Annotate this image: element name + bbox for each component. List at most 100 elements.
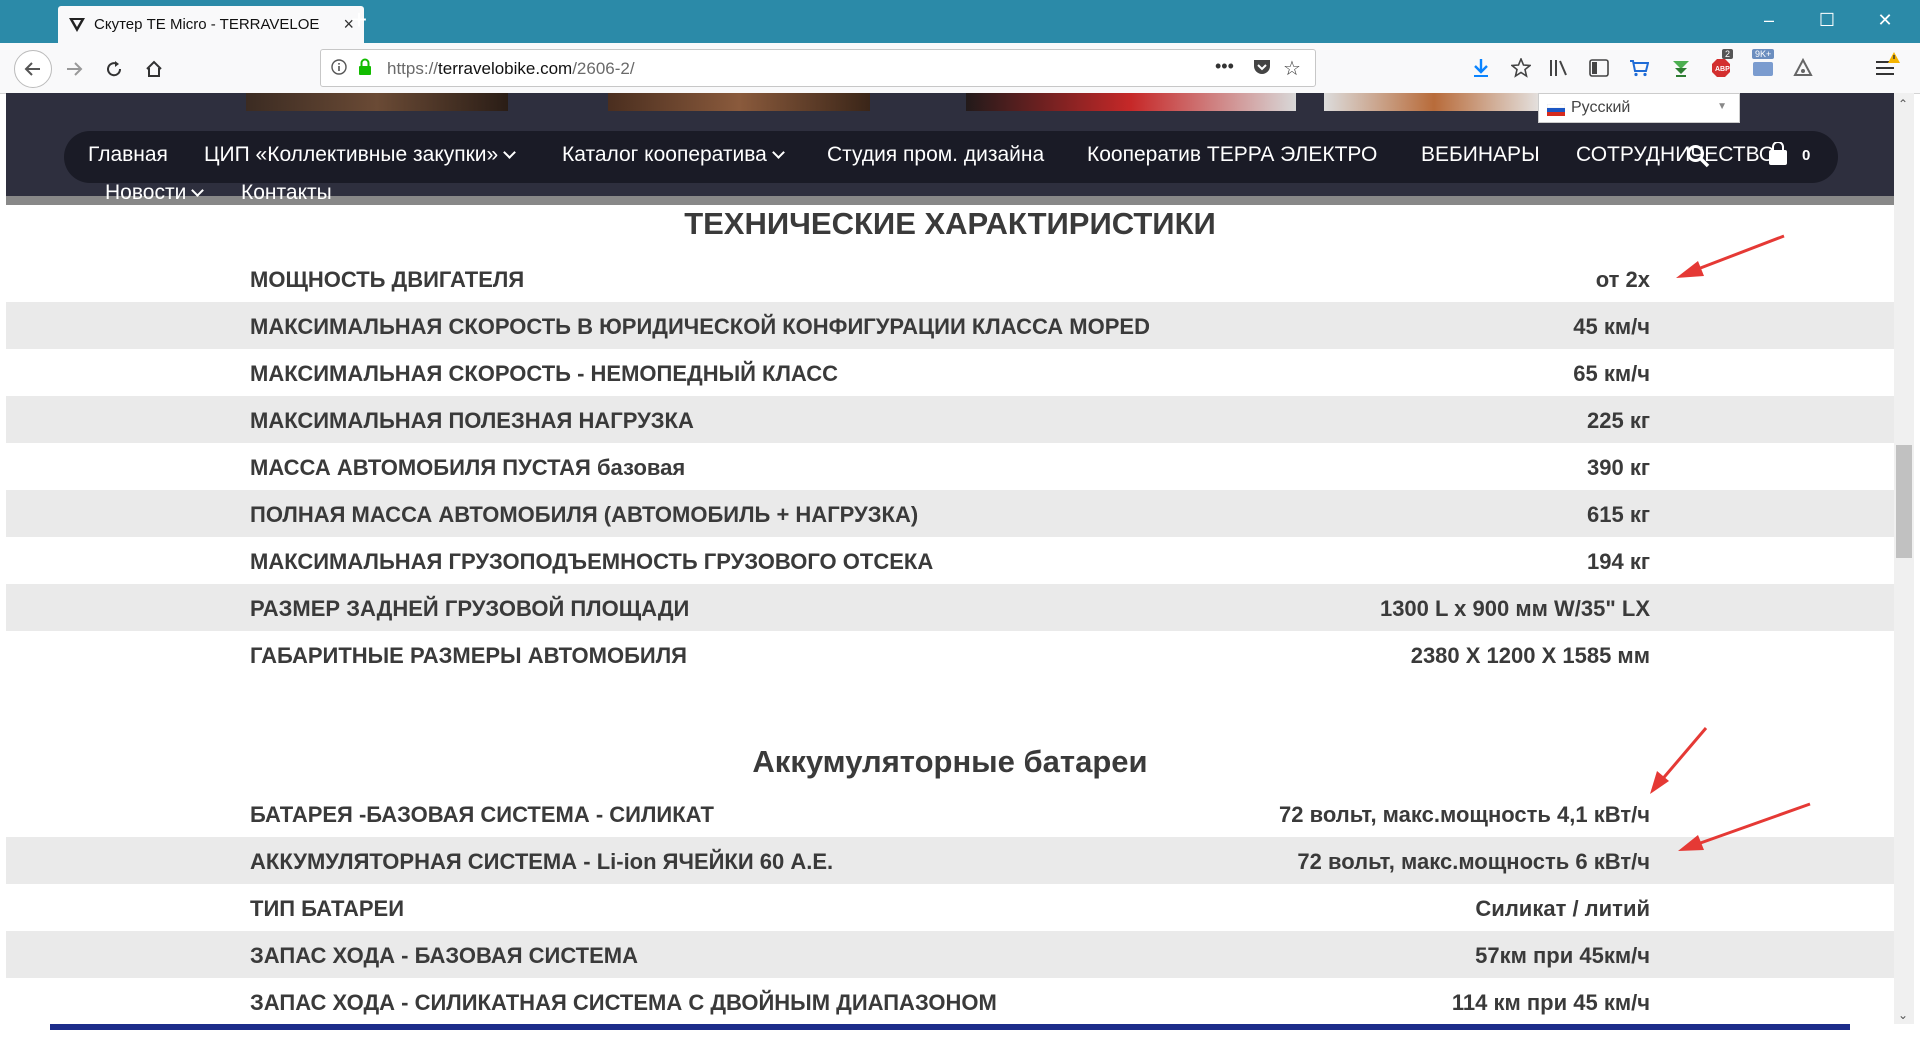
bookmark-star-icon[interactable]: ☆ (1283, 56, 1301, 81)
update-warning-icon (1888, 47, 1900, 68)
browser-toolbar: https://terravelobike.com/2606-2/ ••• ☆ … (0, 43, 1920, 94)
browser-tab[interactable]: Скутер TE Micro - TERRAVELOE × (58, 6, 364, 43)
sidebar-icon[interactable] (1586, 55, 1612, 81)
spec-value: 390 кг (1587, 455, 1650, 480)
spec-row: МАССА АВТОМОБИЛЯ ПУСТАЯ базовая 390 кг (6, 443, 1894, 490)
scrollbar-thumb[interactable] (1896, 445, 1912, 558)
spec-label: МОЩНОСТЬ ДВИГАТЕЛЯ (250, 267, 525, 292)
site-favicon-icon (68, 16, 86, 34)
hamburger-menu-icon[interactable] (1872, 52, 1900, 81)
battery-row: АККУМУЛЯТОРНАЯ СИСТЕМА - Li-ion ЯЧЕЙКИ 6… (6, 837, 1894, 884)
scroll-up-icon[interactable]: ⌃ (1898, 97, 1908, 111)
extension-badge: 9K+ (1752, 49, 1775, 59)
spec-label: МАКСИМАЛЬНАЯ ГРУЗОПОДЪЕМНОСТЬ ГРУЗОВОГО … (250, 549, 934, 574)
spec-value: от 2х (1595, 267, 1650, 292)
spec-row: МАКСИМАЛЬНАЯ СКОРОСТЬ В ЮРИДИЧЕСКОЙ КОНФ… (6, 302, 1894, 349)
language-label: Русский (1571, 99, 1631, 116)
cart-count: 0 (1802, 147, 1811, 164)
russia-flag-icon (1546, 103, 1566, 116)
dropdown-arrow-icon: ▼ (1717, 101, 1727, 112)
header-photo (966, 93, 1296, 111)
spec-label: МАКСИМАЛЬНАЯ СКОРОСТЬ В ЮРИДИЧЕСКОЙ КОНФ… (250, 314, 1150, 339)
url-text: https://terravelobike.com/2606-2/ (387, 59, 635, 78)
info-icon[interactable] (331, 59, 347, 80)
menu-item-contacts[interactable]: Контакты (241, 181, 332, 205)
url-bar[interactable]: https://terravelobike.com/2606-2/ ••• ☆ (320, 49, 1316, 87)
minimize-icon[interactable]: – (1754, 10, 1784, 30)
menu-item-home[interactable]: Главная (88, 143, 168, 167)
spec-row: МАКСИМАЛЬНАЯ ПОЛЕЗНАЯ НАГРУЗКА 225 кг (6, 396, 1894, 443)
specs-title: ТЕХНИЧЕСКИЕ ХАРАКТИРИСТИКИ (684, 206, 1216, 241)
window-bottom (0, 1030, 1920, 1046)
battery-label: ЗАПАС ХОДА - СИЛИКАТНАЯ СИСТЕМА С ДВОЙНЫ… (250, 990, 997, 1015)
battery-title: Аккумуляторные батареи (752, 744, 1148, 779)
svg-text:ABP: ABP (1715, 66, 1730, 73)
spec-row: ГАБАРИТНЫЕ РАЗМЕРЫ АВТОМОБИЛЯ 2380 X 1200… (6, 631, 1894, 678)
spec-value: 65 км/ч (1573, 361, 1650, 386)
battery-row: ЗАПАС ХОДА - БАЗОВАЯ СИСТЕМА 57км при 45к… (6, 931, 1894, 978)
cart-extension-icon[interactable] (1626, 55, 1652, 81)
spec-value: 194 кг (1587, 549, 1650, 574)
lock-icon[interactable] (357, 58, 373, 81)
battery-row: ЗАПАС ХОДА - СИЛИКАТНАЯ СИСТЕМА С ДВОЙНЫ… (6, 978, 1894, 1024)
battery-row: ТИП БАТАРЕИ Силикат / литий (6, 884, 1894, 931)
battery-value: 72 вольт, макс.мощность 6 кВт/ч (1297, 849, 1650, 874)
menu-item-webinars[interactable]: ВЕБИНАРЫ (1421, 143, 1540, 167)
spec-value: 1300 L x 900 мм W/35" LX (1379, 596, 1650, 621)
battery-label: АККУМУЛЯТОРНАЯ СИСТЕМА - Li-ion ЯЧЕЙКИ 6… (250, 849, 834, 874)
spec-label: МАКСИМАЛЬНАЯ СКОРОСТЬ - НЕМОПЕДНЫЙ КЛАСС (250, 361, 839, 386)
main-menu: Главная ЦИП «Коллективные закупки» Катал… (64, 131, 1838, 204)
menu-item-cip[interactable]: ЦИП «Коллективные закупки» (204, 143, 517, 167)
battery-label: ЗАПАС ХОДА - БАЗОВАЯ СИСТЕМА (250, 943, 639, 968)
page-actions-icon[interactable]: ••• (1215, 56, 1234, 77)
spec-label: МАССА АВТОМОБИЛЯ ПУСТАЯ базовая (250, 455, 686, 480)
download-icon[interactable] (1468, 55, 1494, 81)
menu-item-studio[interactable]: Студия пром. дизайна (827, 143, 1044, 167)
spec-label: РАЗМЕР ЗАДНЕЙ ГРУЗОВОЙ ПЛОЩАДИ (250, 596, 690, 621)
battery-row: БАТАРЕЯ -БАЗОВАЯ СИСТЕМА - СИЛИКАТ 72 вол… (6, 790, 1894, 837)
browser-titlebar: Скутер TE Micro - TERRAVELOE × + – ☐ ✕ (0, 0, 1920, 43)
cart-icon[interactable] (1768, 141, 1788, 171)
bookmark-manage-icon[interactable] (1508, 55, 1534, 81)
spec-label: МАКСИМАЛЬНАЯ ПОЛЕЗНАЯ НАГРУЗКА (250, 408, 694, 433)
battery-label: ТИП БАТАРЕИ (250, 896, 405, 921)
maximize-icon[interactable]: ☐ (1812, 10, 1842, 30)
home-button[interactable] (140, 55, 168, 83)
menu-item-news[interactable]: Новости (105, 181, 205, 205)
language-select[interactable]: Русский ▼ (1538, 93, 1740, 123)
battery-value: 72 вольт, макс.мощность 4,1 кВт/ч (1279, 802, 1650, 827)
battery-value: Силикат / литий (1475, 896, 1650, 921)
adblock-icon[interactable]: ABP 2 (1708, 49, 1734, 81)
new-tab-button[interactable]: + (344, 6, 374, 36)
search-icon[interactable] (1686, 144, 1710, 173)
scroll-down-icon[interactable]: ⌄ (1898, 1008, 1908, 1022)
menu-item-cooperation[interactable]: СОТРУДНИЧЕСТВО (1576, 143, 1775, 167)
vertical-scrollbar[interactable]: ⌃ ⌄ (1894, 93, 1914, 1024)
library-icon[interactable] (1546, 55, 1572, 81)
header-photo (246, 93, 508, 111)
spec-label: ПОЛНАЯ МАССА АВТОМОБИЛЯ (АВТОМОБИЛЬ + НА… (250, 502, 919, 527)
spec-row: МАКСИМАЛЬНАЯ ГРУЗОПОДЪЕМНОСТЬ ГРУЗОВОГО … (6, 537, 1894, 584)
spec-row: МОЩНОСТЬ ДВИГАТЕЛЯ от 2х (6, 255, 1894, 302)
reload-button[interactable] (100, 55, 128, 83)
spec-value: 45 км/ч (1573, 314, 1650, 339)
back-button[interactable] (14, 50, 52, 88)
chevron-down-icon (771, 146, 785, 159)
close-window-icon[interactable]: ✕ (1870, 10, 1900, 30)
page-content: ТЕХНИЧЕСКИЕ ХАРАКТИРИСТИКИ МОЩНОСТЬ ДВИГ… (6, 205, 1894, 1024)
menu-item-coop[interactable]: Кооператив ТЕРРА ЭЛЕКТРО (1087, 143, 1377, 167)
battery-label: БАТАРЕЯ -БАЗОВАЯ СИСТЕМА - СИЛИКАТ (250, 802, 714, 827)
forward-button[interactable] (60, 55, 88, 83)
pocket-icon[interactable] (1253, 59, 1271, 81)
menu-item-catalog[interactable]: Каталог кооператива (562, 143, 785, 167)
spec-value: 225 кг (1587, 408, 1650, 433)
chevron-down-icon (503, 146, 517, 159)
warning-extension-icon[interactable] (1790, 55, 1816, 81)
battery-value: 57км при 45км/ч (1475, 943, 1650, 968)
extension-counter-icon[interactable]: 9K+ (1750, 49, 1776, 81)
spec-value: 2380 X 1200 X 1585 мм (1410, 643, 1650, 668)
chevron-down-icon (191, 184, 205, 197)
battery-value: 114 км при 45 км/ч (1451, 990, 1650, 1015)
download-helper-icon[interactable] (1668, 55, 1694, 81)
header-photo (608, 93, 870, 111)
